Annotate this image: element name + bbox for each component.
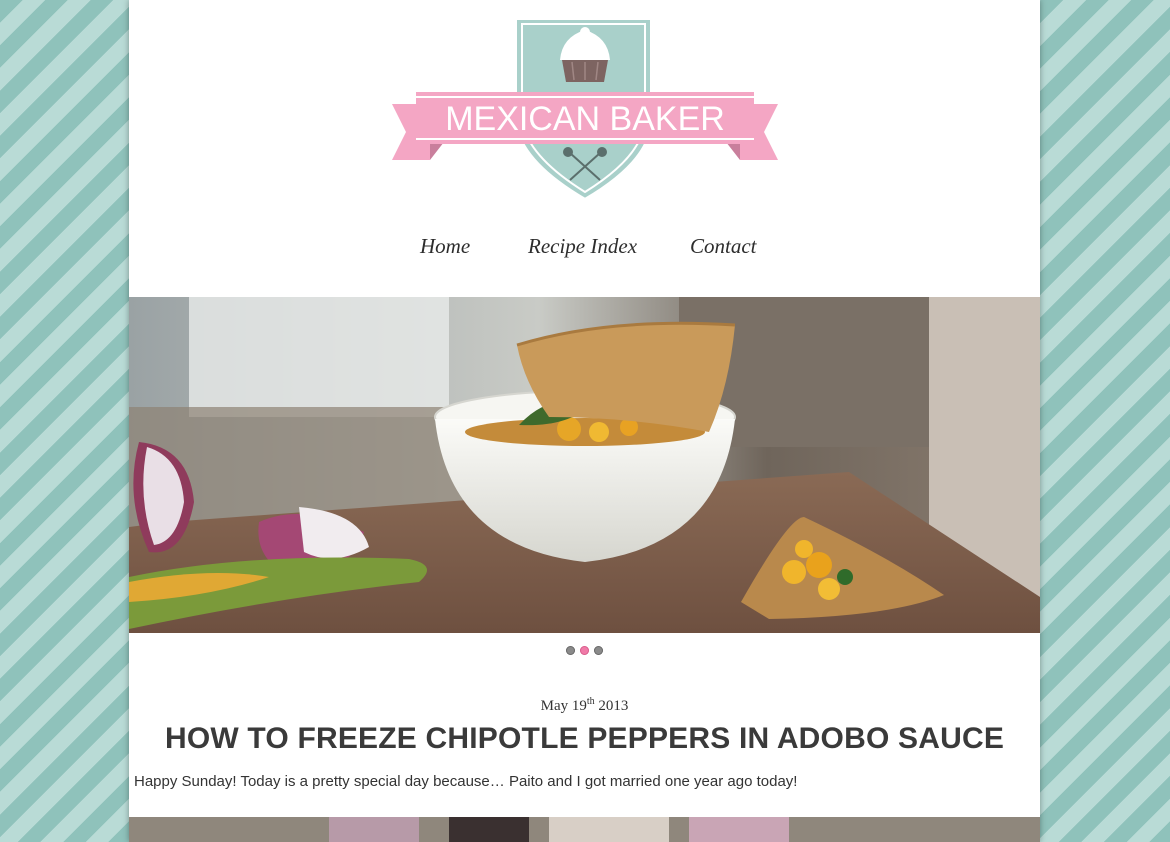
nav-recipe-index[interactable]: Recipe Index xyxy=(528,234,637,259)
logo-text: MEXICAN BAKER xyxy=(445,100,725,138)
slider-dot-3[interactable] xyxy=(594,646,603,655)
page-container: MEXICAN BAKER Home Recipe Index Contact xyxy=(129,0,1040,842)
slider-dot-2[interactable] xyxy=(580,646,589,655)
post-date-year: 2013 xyxy=(598,698,629,714)
next-post-image[interactable] xyxy=(129,817,1040,842)
post-date-suffix: th xyxy=(586,696,595,707)
nav-home[interactable]: Home xyxy=(420,234,470,259)
nav-contact[interactable]: Contact xyxy=(690,234,757,259)
hero-slide-image[interactable] xyxy=(129,297,1040,633)
post-excerpt: Happy Sunday! Today is a pretty special … xyxy=(134,773,798,790)
main-nav: Home Recipe Index Contact xyxy=(129,234,1040,266)
post-date-month-day: May 19 xyxy=(540,698,587,714)
slider-dot-1[interactable] xyxy=(566,646,575,655)
site-logo[interactable]: MEXICAN BAKER xyxy=(392,12,778,204)
post-date: May 19th 2013 xyxy=(129,696,1040,715)
post-title[interactable]: HOW TO FREEZE CHIPOTLE PEPPERS IN ADOBO … xyxy=(129,722,1040,756)
